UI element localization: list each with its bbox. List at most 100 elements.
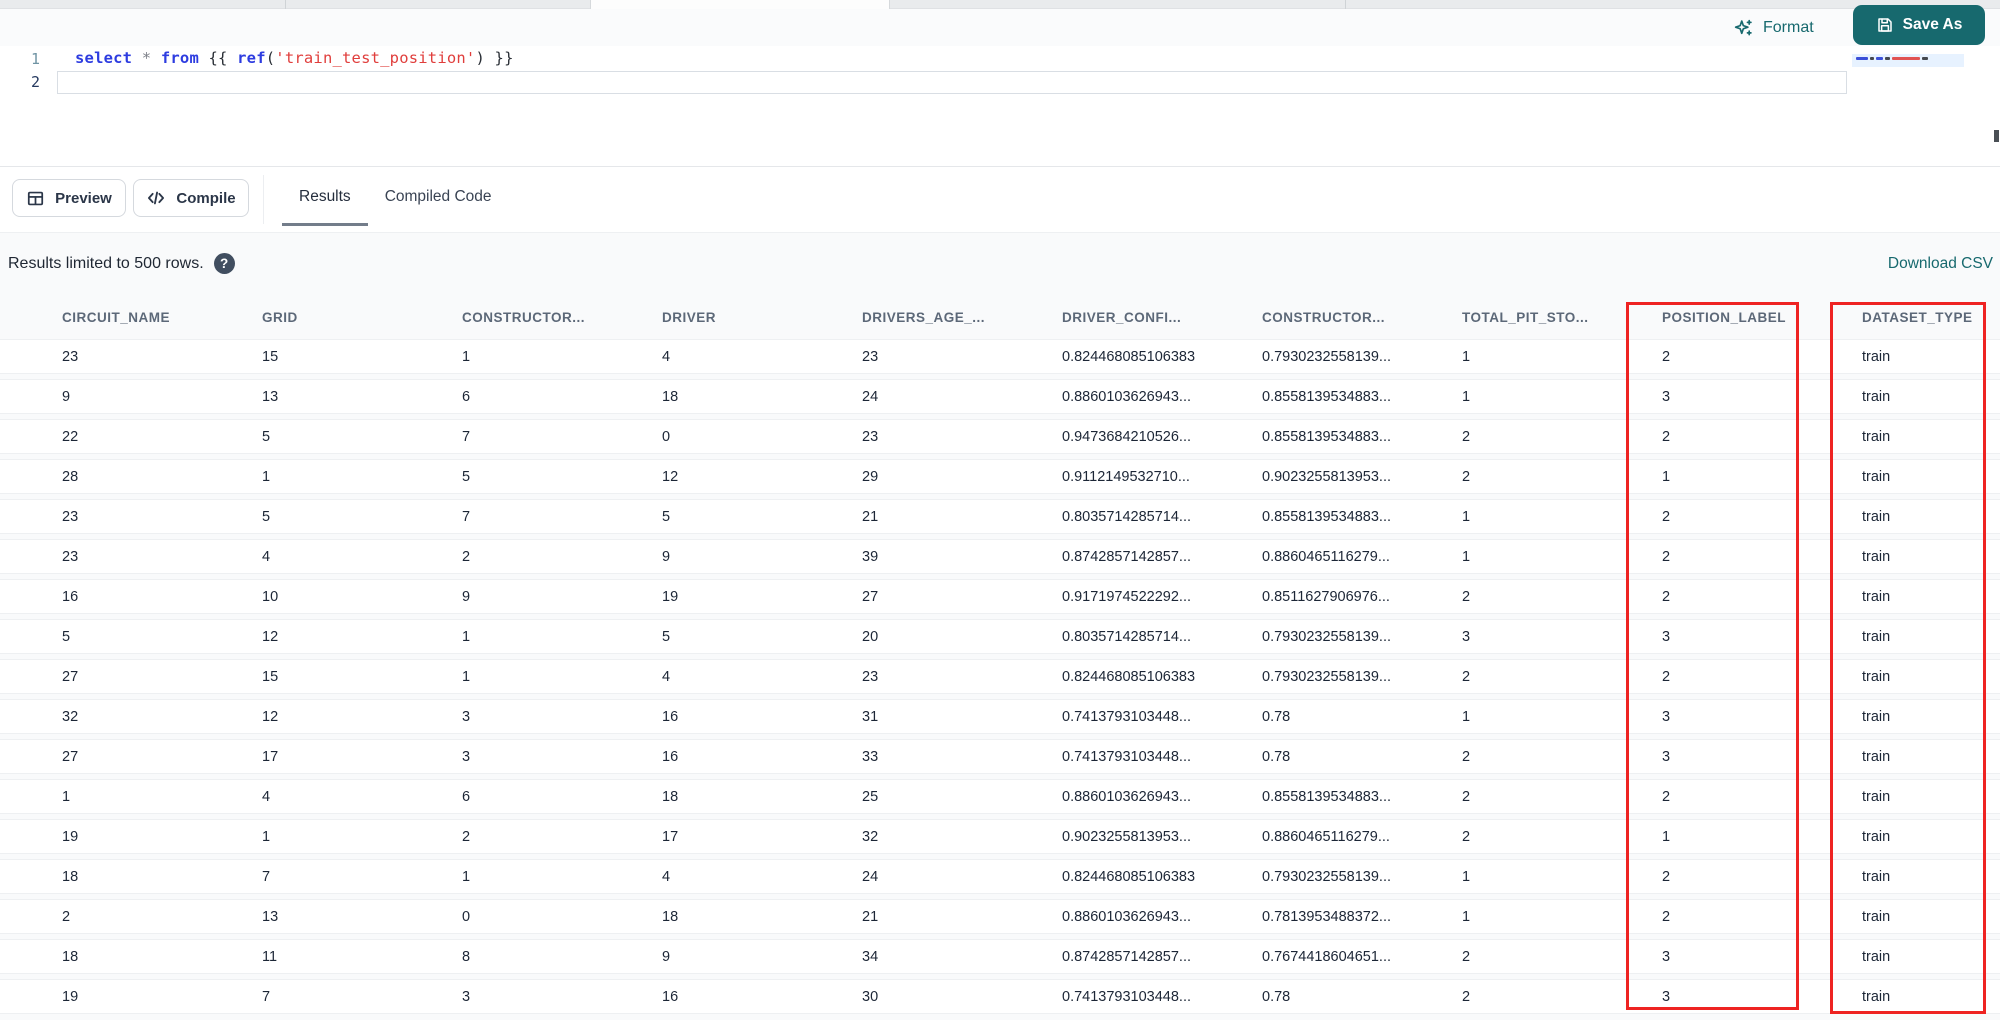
preview-button[interactable]: Preview bbox=[12, 179, 126, 217]
table-cell: 7 bbox=[400, 499, 600, 534]
table-cell: 20 bbox=[800, 619, 1000, 654]
table-cell: 2 bbox=[1400, 819, 1600, 854]
table-cell: 23 bbox=[0, 339, 200, 374]
code-token: select bbox=[75, 49, 133, 67]
table-cell: 15 bbox=[200, 659, 400, 694]
table-row: 27 15 1 4 23 0.824468085106383 0.7930232558139… bbox=[0, 659, 2000, 694]
table-cell: train bbox=[1800, 819, 2000, 854]
table-cell: 0.9112149532710... bbox=[1000, 459, 1200, 494]
table-row: 2 13 0 18 21 0.8860103626943... 0.781395348837… bbox=[0, 899, 2000, 934]
tab-compiled-code-label: Compiled Code bbox=[384, 188, 492, 205]
table-cell: 6 bbox=[400, 779, 600, 814]
table-cell: 7 bbox=[200, 979, 400, 1014]
table-cell: 0.7413793103448... bbox=[1000, 979, 1200, 1014]
table-cell: 7 bbox=[400, 419, 600, 454]
table-cell: 19 bbox=[0, 979, 200, 1014]
table-cell: 3 bbox=[1400, 619, 1600, 654]
column-header: POSITION_LABEL bbox=[1662, 310, 1787, 325]
column-header: TOTAL_PIT_STO... bbox=[1462, 310, 1589, 325]
format-button[interactable]: Format bbox=[1727, 15, 1820, 41]
column-header: CONSTRUCTOR... bbox=[462, 310, 586, 325]
code-token: 'train_test_position' bbox=[275, 49, 476, 67]
code-token: }} bbox=[485, 49, 514, 67]
table-cell: 15 bbox=[200, 339, 400, 374]
table-row: 32 12 3 16 31 0.7413793103448... 0.78 1 3 train bbox=[0, 699, 2000, 734]
save-icon bbox=[1876, 16, 1894, 34]
table-cell: 9 bbox=[0, 379, 200, 414]
table-cell: 23 bbox=[800, 419, 1000, 454]
editor-minimap[interactable] bbox=[1852, 46, 1964, 166]
table-cell: 24 bbox=[800, 859, 1000, 894]
table-cell: 0.7930232558139... bbox=[1200, 619, 1400, 654]
table-cell: 4 bbox=[600, 859, 800, 894]
table-cell: 23 bbox=[800, 659, 1000, 694]
results-table-header-row: CIRCUIT_NAME GRID CONSTRUCTOR... DRIVER DRIV… bbox=[0, 301, 2000, 334]
table-cell: 1 bbox=[1400, 539, 1600, 574]
table-cell: 10 bbox=[200, 579, 400, 614]
table-cell: 5 bbox=[600, 499, 800, 534]
table-cell: 0.8742857142857... bbox=[1000, 539, 1200, 574]
results-tabs: Results Compiled Code bbox=[282, 167, 509, 227]
table-cell: 6 bbox=[400, 379, 600, 414]
tab-results[interactable]: Results bbox=[282, 167, 368, 227]
minimap-code-line bbox=[1856, 57, 1928, 60]
table-cell: 2 bbox=[1400, 939, 1600, 974]
table-cell: 3 bbox=[1600, 939, 1800, 974]
table-cell: train bbox=[1800, 379, 2000, 414]
sql-code-editor[interactable]: 1 2 select * from {{ ref('train_test_pos… bbox=[0, 46, 2000, 166]
table-row: 23 15 1 4 23 0.824468085106383 0.7930232558139… bbox=[0, 339, 2000, 374]
table-cell: 2 bbox=[1400, 579, 1600, 614]
editor-scrollbar-handle[interactable] bbox=[1994, 130, 1999, 142]
table-cell: train bbox=[1800, 419, 2000, 454]
table-cell: 2 bbox=[1400, 419, 1600, 454]
table-cell: train bbox=[1800, 939, 2000, 974]
table-cell: 0.8860103626943... bbox=[1000, 899, 1200, 934]
code-line-1: select * from {{ ref('train_test_positio… bbox=[75, 49, 514, 67]
table-cell: 1 bbox=[1600, 459, 1800, 494]
table-cell: 1 bbox=[1400, 499, 1600, 534]
download-csv-link[interactable]: Download CSV bbox=[1888, 255, 1993, 273]
table-cell: 16 bbox=[600, 699, 800, 734]
results-table-body: 23 15 1 4 23 0.824468085106383 0.7930232558139… bbox=[0, 339, 2000, 1014]
table-cell: 4 bbox=[200, 539, 400, 574]
save-as-button[interactable]: Save As bbox=[1853, 5, 1985, 45]
table-cell: train bbox=[1800, 499, 2000, 534]
column-header: DRIVER_CONFI... bbox=[1062, 310, 1182, 325]
table-cell: train bbox=[1800, 899, 2000, 934]
table-cell: 17 bbox=[600, 819, 800, 854]
sparkles-icon bbox=[1733, 18, 1754, 39]
table-cell: 32 bbox=[800, 819, 1000, 854]
table-cell: 13 bbox=[200, 899, 400, 934]
compile-button[interactable]: Compile bbox=[133, 179, 249, 217]
table-cell: 2 bbox=[0, 899, 200, 934]
table-cell: 18 bbox=[600, 899, 800, 934]
table-cell: 1 bbox=[0, 779, 200, 814]
table-cell: train bbox=[1800, 859, 2000, 894]
table-cell: 29 bbox=[800, 459, 1000, 494]
table-cell: 21 bbox=[800, 499, 1000, 534]
table-cell: 22 bbox=[0, 419, 200, 454]
preview-button-label: Preview bbox=[55, 189, 112, 207]
table-cell: 3 bbox=[400, 979, 600, 1014]
table-cell: 11 bbox=[200, 939, 400, 974]
table-cell: 0.8511627906976... bbox=[1200, 579, 1400, 614]
table-row: 19 1 2 17 32 0.9023255813953... 0.886046511627… bbox=[0, 819, 2000, 854]
results-panel: Results limited to 500 rows. ? Download … bbox=[0, 232, 2000, 1020]
table-cell: 1 bbox=[400, 339, 600, 374]
help-icon[interactable]: ? bbox=[213, 253, 235, 274]
format-button-label: Format bbox=[1763, 19, 1814, 36]
table-row: 23 4 2 9 39 0.8742857142857... 0.8860465116279… bbox=[0, 539, 2000, 574]
table-cell: 2 bbox=[400, 539, 600, 574]
tab-compiled-code[interactable]: Compiled Code bbox=[368, 167, 509, 227]
table-cell: 12 bbox=[600, 459, 800, 494]
table-cell: 19 bbox=[600, 579, 800, 614]
table-cell: 1 bbox=[400, 619, 600, 654]
code-token: * bbox=[141, 49, 152, 67]
table-cell: 2 bbox=[1600, 539, 1800, 574]
table-cell: 5 bbox=[600, 619, 800, 654]
table-cell: 16 bbox=[600, 979, 800, 1014]
table-cell: 0.7413793103448... bbox=[1000, 739, 1200, 774]
table-cell: 31 bbox=[800, 699, 1000, 734]
table-cell: 33 bbox=[800, 739, 1000, 774]
table-cell: 0.824468085106383 bbox=[1000, 339, 1200, 374]
